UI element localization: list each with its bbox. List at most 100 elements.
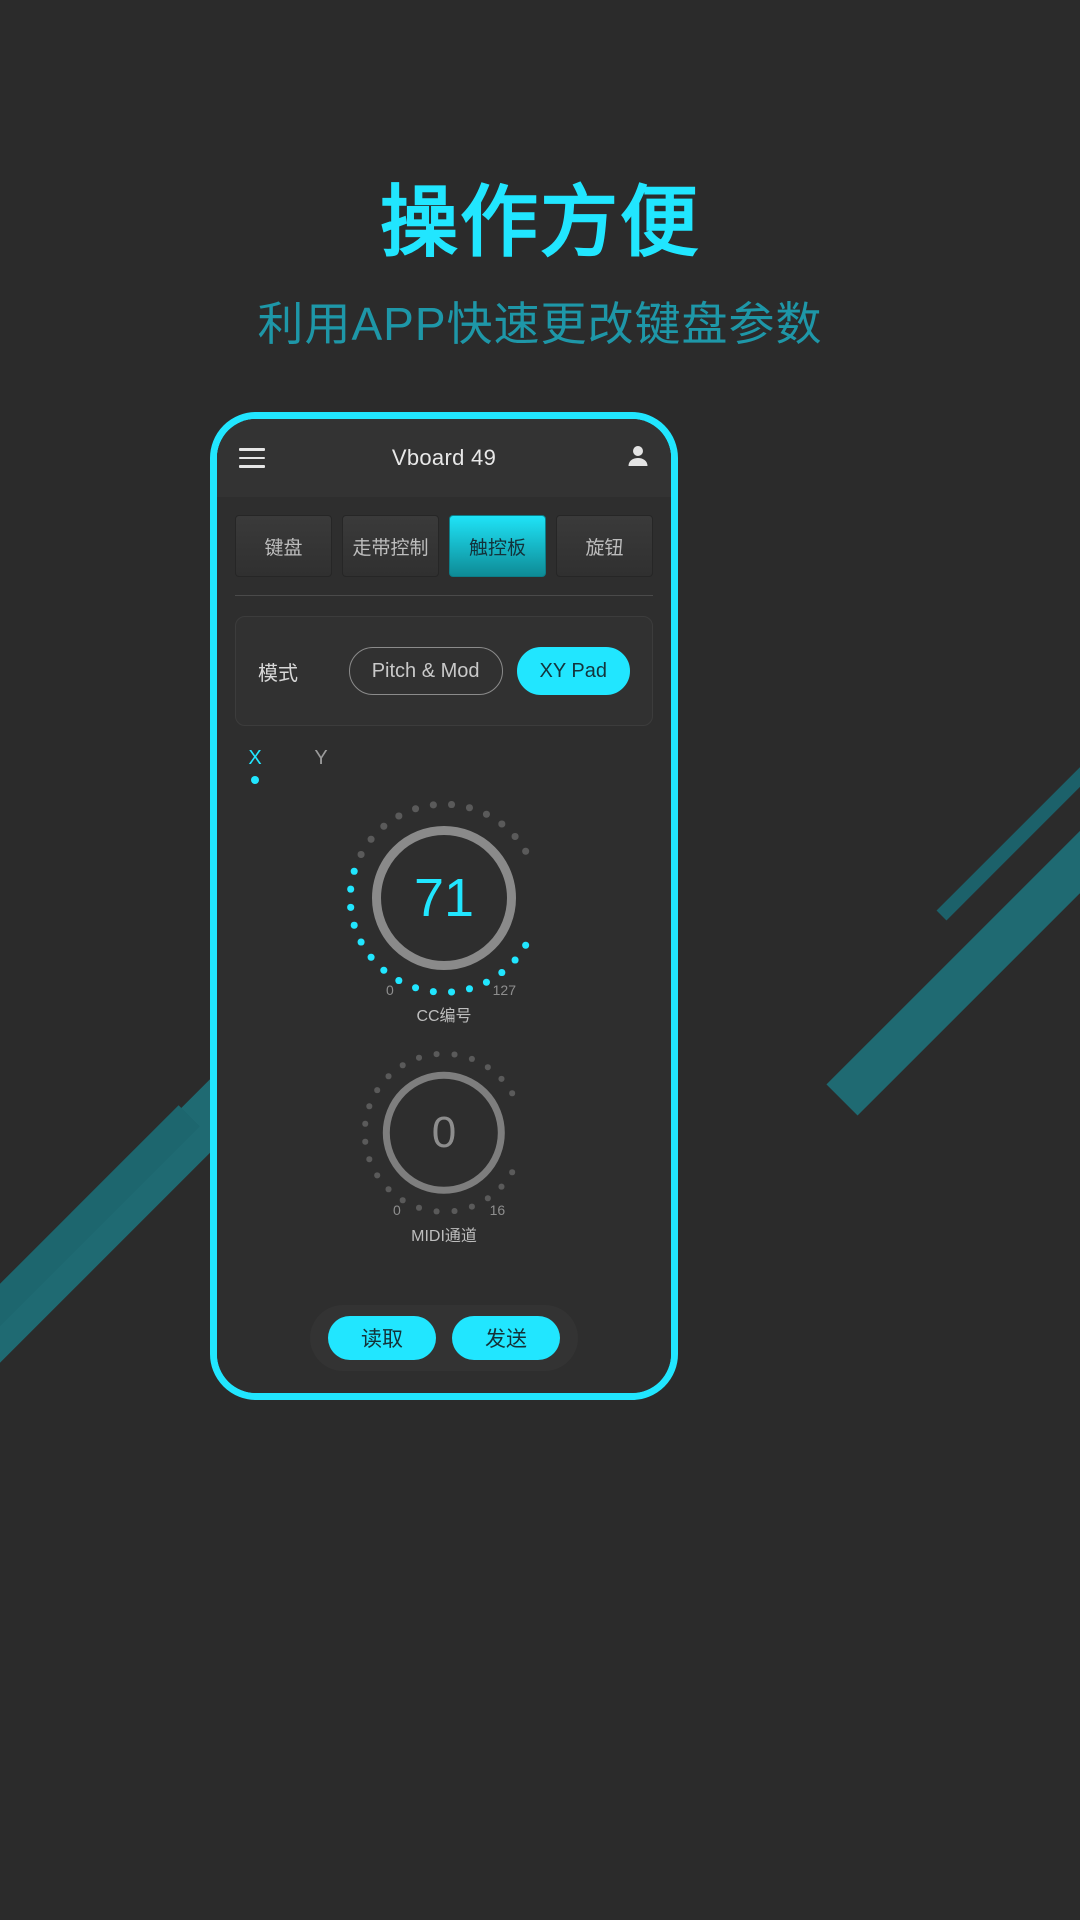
knob-tick-dot	[429, 801, 437, 808]
knob-caption: MIDI通道	[411, 1228, 477, 1245]
knob-tick-dot	[385, 1073, 392, 1079]
tab-transport[interactable]: 走带控制	[342, 515, 439, 577]
knob-tick-dot	[511, 956, 519, 964]
axis-tab-x[interactable]: X	[243, 748, 267, 784]
tab-label: 触控板	[468, 537, 526, 559]
tab-touchpad[interactable]: 触控板	[449, 515, 546, 577]
knob-min-label: 0	[393, 1202, 401, 1218]
send-button-label: 发送	[485, 1328, 527, 1351]
knob-ring[interactable]: 0	[382, 1071, 506, 1195]
knob-tick-dot	[395, 977, 402, 984]
knob-panel: 71 0 127 CC编号 0 0 16 MIDI通道	[217, 784, 671, 1295]
promo-screenshot: 操作方便 利用APP快速更改键盘参数 Vboard 49 键盘 走带控制 触控板…	[0, 0, 1080, 1920]
footer-actions: 读取 发送	[217, 1295, 671, 1393]
knob-tick-dot	[468, 1203, 475, 1210]
send-button[interactable]: 发送	[452, 1316, 560, 1360]
decor-stripe	[0, 1105, 200, 1565]
axis-tab-y[interactable]: Y	[309, 748, 333, 784]
knob-tick-dot	[350, 867, 358, 875]
knob-tick-dot	[412, 805, 419, 812]
axis-tab-label: X	[248, 747, 262, 769]
mode-card: 模式 Pitch & Mod XY Pad	[235, 616, 653, 726]
knob-value: 71	[413, 868, 475, 928]
knob-tick-dot	[509, 1090, 515, 1096]
knob-cc-number[interactable]: 71 0 127	[344, 798, 544, 998]
knob-tick-dot	[412, 984, 419, 991]
knob-tick-dot	[451, 1208, 458, 1214]
knob-tick-dot	[522, 941, 529, 949]
knob-tick-dot	[380, 822, 387, 830]
knob-tick-dot	[380, 966, 387, 974]
mode-label: 模式	[258, 662, 298, 685]
mode-option-label: Pitch & Mod	[371, 659, 480, 682]
mode-option-label: XY Pad	[539, 659, 607, 682]
knob-tick-dot	[482, 810, 490, 818]
active-indicator-dot	[251, 776, 259, 784]
knob-tick-dot	[498, 1075, 504, 1082]
knob-tick-dot	[482, 978, 490, 986]
active-indicator-dot	[317, 776, 325, 784]
knob-tick-dot	[399, 1062, 406, 1068]
knob-tick-dot	[362, 1138, 368, 1145]
knob-ring[interactable]: 71	[372, 826, 516, 970]
app-bar: Vboard 49	[217, 419, 671, 497]
knob-midi-channel[interactable]: 0 0 16	[359, 1048, 529, 1218]
tab-label: 走带控制	[352, 537, 429, 559]
promo-title: 操作方便	[379, 178, 700, 266]
knob-max-label: 16	[489, 1202, 506, 1218]
tab-bar: 键盘 走带控制 触控板 旋钮	[217, 497, 671, 593]
knob-tick-dot	[484, 1195, 491, 1201]
knob-tick-dot	[509, 1169, 515, 1175]
knob-caption: CC编号	[416, 1008, 472, 1025]
knob-tick-dot	[465, 985, 473, 992]
axis-tab-bar: X Y	[243, 748, 653, 784]
decor-stripe	[826, 688, 1080, 1116]
knob-tick-dot	[366, 1103, 372, 1109]
knob-tick-dot	[522, 847, 529, 855]
knob-tick-dot	[448, 801, 455, 808]
knob-tick-dot	[357, 850, 365, 858]
knob-tick-dot	[465, 804, 473, 811]
knob-max-label: 127	[492, 982, 516, 998]
knob-tick-dot	[415, 1204, 422, 1211]
knob-tick-dot	[374, 1172, 380, 1178]
app-screen: Vboard 49 键盘 走带控制 触控板 旋钮 模式 Pitch & Mod …	[217, 419, 671, 1393]
knob-tick-dot	[433, 1051, 440, 1057]
promo-subtitle: 利用APP快速更改键盘参数	[257, 298, 823, 350]
knob-value: 0	[431, 1107, 457, 1157]
knob-tick-dot	[498, 969, 505, 976]
knob-tick-dot	[484, 1064, 491, 1070]
knob-tick-dot	[429, 988, 437, 995]
knob-min-label: 0	[386, 982, 394, 998]
knob-tick-dot	[433, 1208, 440, 1214]
knob-tick-dot	[451, 1051, 458, 1057]
knob-tick-dot	[357, 938, 365, 946]
tab-label: 键盘	[264, 537, 303, 559]
knob-tick-dot	[347, 885, 354, 893]
knob-tick-dot	[374, 1087, 380, 1093]
tab-label: 旋钮	[585, 537, 624, 559]
person-icon[interactable]	[627, 444, 649, 473]
mode-option-xy-pad[interactable]: XY Pad	[516, 647, 630, 695]
read-button[interactable]: 读取	[328, 1316, 436, 1360]
knob-tick-dot	[367, 953, 375, 961]
page-title: Vboard 49	[391, 445, 497, 470]
axis-tab-label: Y	[314, 747, 328, 769]
decor-stripe	[936, 613, 1080, 921]
knob-tick-dot	[367, 835, 375, 843]
tab-knob[interactable]: 旋钮	[556, 515, 653, 577]
knob-tick-dot	[498, 1183, 504, 1190]
footer-bar: 读取 发送	[310, 1305, 578, 1371]
tab-keyboard[interactable]: 键盘	[235, 515, 332, 577]
knob-tick-dot	[468, 1055, 475, 1062]
knob-tick-dot	[347, 903, 354, 911]
knob-tick-dot	[362, 1120, 368, 1127]
divider	[235, 595, 653, 596]
knob-tick-dot	[395, 812, 402, 819]
knob-tick-dot	[385, 1186, 392, 1192]
knob-tick-dot	[366, 1156, 372, 1162]
read-button-label: 读取	[361, 1328, 403, 1351]
mode-option-pitch-mod[interactable]: Pitch & Mod	[348, 647, 503, 695]
knob-tick-dot	[415, 1054, 422, 1061]
knob-tick-dot	[448, 988, 455, 995]
